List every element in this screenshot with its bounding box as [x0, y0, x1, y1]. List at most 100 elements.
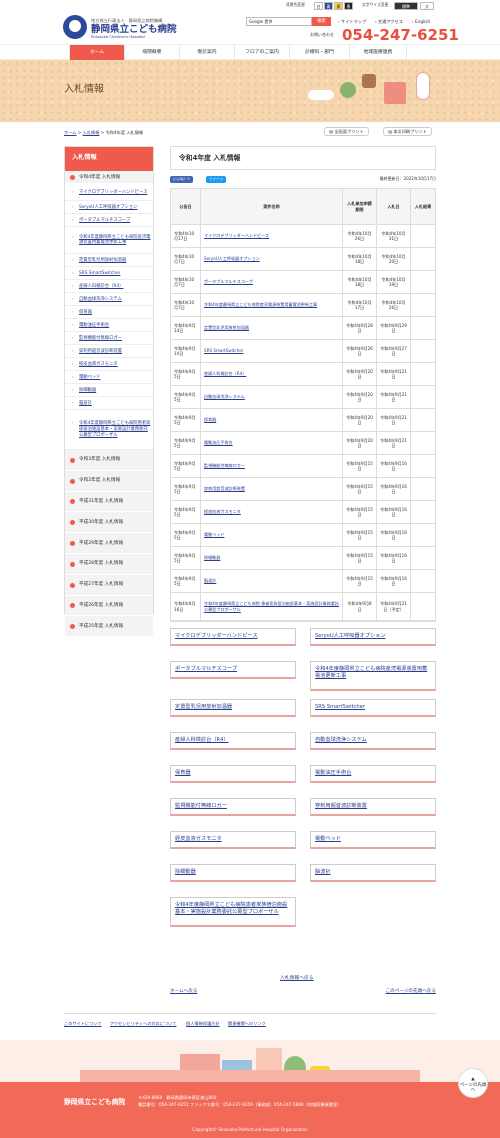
- bid-card[interactable]: 保育器: [170, 765, 296, 784]
- font-large-button[interactable]: 大: [420, 2, 434, 10]
- bid-item-link[interactable]: 自動血球洗浄システム: [204, 394, 245, 399]
- nav-regional[interactable]: 地域医療連携: [349, 45, 407, 60]
- sidebar-subitem[interactable]: › 令和4年度静岡県立こども病院産涜電源装置用蓄電池更新工事: [65, 227, 153, 254]
- bid-item-link[interactable]: 令和4年度静岡県立こども病院産涜電源装置用蓄電池更新工事: [204, 302, 317, 307]
- sidebar-subitem[interactable]: › SeryoU人工呼吸器オプション: [65, 201, 153, 214]
- table-cell: 令和4年度静岡県立こども病院産涜電源装置用蓄電池更新工事: [201, 294, 343, 316]
- table-cell: 令和4年10月19日: [377, 271, 411, 293]
- search-button[interactable]: 検索: [312, 17, 331, 26]
- bid-item-link[interactable]: 電動油圧手術台: [204, 440, 233, 445]
- nav-overview[interactable]: 病院概要: [124, 45, 179, 60]
- bid-card[interactable]: マイクロデブリッダーハンドピース: [170, 628, 296, 647]
- sidebar-subitem[interactable]: › マイクロデブリッダーハンドピース: [65, 184, 153, 201]
- sidebar-subitem[interactable]: › 電動油圧手術台: [65, 319, 153, 332]
- sidebar-subitem[interactable]: › 経皮血液ガスモニタ: [65, 358, 153, 371]
- english-link[interactable]: › English: [412, 19, 430, 24]
- bid-item-link[interactable]: 定置型乳児用放射加温器: [204, 325, 249, 330]
- bid-item-link[interactable]: ポータブルマルチスコープ: [204, 279, 253, 284]
- sidebar-item-year[interactable]: 平成30年度 入札情報: [65, 512, 153, 534]
- bid-item-link[interactable]: 保育器: [204, 417, 216, 422]
- sidebar-item-current[interactable]: 令和4年度 入札情報: [65, 171, 153, 184]
- facebook-like-button[interactable]: いいね！0: [170, 176, 193, 183]
- sidebar-subitem[interactable]: › 電動ベッド: [65, 371, 153, 384]
- bid-item-link[interactable]: 脳波計: [204, 578, 216, 583]
- back-top-link[interactable]: このページの先頭へ戻る: [386, 989, 436, 995]
- nav-departments[interactable]: 診療科・部門: [289, 45, 349, 60]
- bid-card[interactable]: 穿刺用超音波診断装置: [310, 798, 436, 817]
- bid-item-link[interactable]: 令和4年度静岡県立こども病院 患者家族宿泊施設基本・実施設計業務委託公募型プロポ…: [204, 601, 339, 611]
- bid-card[interactable]: 電動油圧手術台: [310, 765, 436, 784]
- bid-card[interactable]: 令和4年度静岡県立こども病院患者家族宿泊施設基本・実施設計業務委託公募型プロポー…: [170, 897, 296, 927]
- bid-item-link[interactable]: 穿刺用超音波診断装置: [204, 486, 245, 491]
- footer-link-privacy[interactable]: 個人情報保護方針: [186, 1021, 220, 1026]
- page-top-button[interactable]: ▲ ページの先頭へ: [458, 1068, 488, 1098]
- sidebar-subitem[interactable]: › 保育器: [65, 306, 153, 319]
- nav-home[interactable]: ホーム: [69, 45, 124, 60]
- footer-link-related[interactable]: 関連機関へのリンク: [228, 1021, 266, 1026]
- bid-item-link[interactable]: 産婦人科検診台（R4）: [204, 371, 246, 376]
- search-input[interactable]: Google 提供: [246, 17, 312, 26]
- bid-card[interactable]: 脳波計: [310, 864, 436, 883]
- bid-card[interactable]: 産婦人科検診台（R4）: [170, 732, 296, 751]
- bid-item-link[interactable]: 除細動器: [204, 555, 220, 560]
- breadcrumb-bid[interactable]: 入札情報: [83, 130, 100, 135]
- sidebar-item-year[interactable]: 令和2年度 入札情報: [65, 470, 153, 492]
- sidebar-item-year[interactable]: 平成31年度 入札情報: [65, 491, 153, 513]
- bid-card[interactable]: 電動ベッド: [310, 831, 436, 850]
- bid-card[interactable]: 定置型乳児用放射加温器: [170, 699, 296, 718]
- print-all-button[interactable]: ▤ 全画面プリント: [324, 127, 369, 136]
- print-body-button[interactable]: ▤ 本文印刷プリント: [383, 127, 432, 136]
- sidebar-subitem[interactable]: › 産婦人科検診台（R4）: [65, 280, 153, 293]
- table-cell: 令和4年9月5日: [171, 547, 201, 569]
- table-cell: 令和4年10月18日: [343, 271, 377, 293]
- bid-item-link[interactable]: SRS SmartSwitcher: [204, 348, 243, 353]
- tweet-button[interactable]: ツイート: [206, 176, 227, 183]
- bid-card[interactable]: SRS SmartSwitcher: [310, 699, 436, 718]
- bg-yellow-button[interactable]: 黄: [334, 2, 343, 10]
- bid-item-link[interactable]: SeryoU人工呼吸器オプション: [204, 256, 260, 261]
- sidebar-subitem[interactable]: › 監視機能付無線ロガー: [65, 332, 153, 345]
- bid-item-link[interactable]: 経皮血液ガスモニタ: [204, 509, 241, 514]
- sidebar-item-year[interactable]: 平成28年度 入札情報: [65, 554, 153, 575]
- sidebar-item-year[interactable]: 平成29年度 入札情報: [65, 533, 153, 554]
- hospital-logo-icon[interactable]: [63, 15, 87, 39]
- nav-floor[interactable]: フロアのご案内: [234, 45, 289, 60]
- bid-card[interactable]: 経皮血液ガスモニタ: [170, 831, 296, 850]
- bid-card[interactable]: SeryoU人工呼吸器オプション: [310, 628, 436, 647]
- bid-card[interactable]: 令和4年度静岡県立こども病院産涜電源装置用蓄電池更新工事: [310, 661, 436, 691]
- breadcrumb-home[interactable]: ホーム: [64, 130, 76, 135]
- nav-consultation[interactable]: 受診案内: [179, 45, 234, 60]
- bid-card[interactable]: 監視機能付無線ロガー: [170, 798, 296, 817]
- bg-white-button[interactable]: 白: [314, 2, 323, 10]
- bid-card[interactable]: 自動血球洗浄システム: [310, 732, 436, 751]
- sidebar-item-year[interactable]: 平成27年度 入札情報: [65, 574, 153, 596]
- footer-link-about[interactable]: このサイトについて: [64, 1021, 102, 1026]
- sidebar-subitem[interactable]: › 脳波計: [65, 397, 153, 410]
- sidebar-subitem[interactable]: › 定置型乳児用放射加温器: [65, 254, 153, 267]
- back-home-link[interactable]: ホームへ戻る: [170, 989, 197, 995]
- bid-item-link[interactable]: 電動ベッド: [204, 532, 224, 537]
- sidebar-item-year[interactable]: 平成25年度 入札情報: [65, 616, 153, 638]
- tel-number[interactable]: 054-247-6251: [342, 26, 459, 45]
- sidebar-subitem[interactable]: › 自動血球洗浄システム: [65, 293, 153, 306]
- back-to-bid-link[interactable]: 入札情報へ戻る: [280, 976, 314, 982]
- sidebar-subitem[interactable]: › 令和4年度静岡県立こども病院患者家族宿泊施設基本・実施設計業務委託公募型プロポ…: [65, 410, 153, 450]
- access-link[interactable]: › 交通アクセス: [375, 19, 403, 24]
- bid-item-link[interactable]: マイクロデブリッダーハンドピース: [204, 233, 269, 238]
- sidebar-subitem[interactable]: › ポータブルマルチスコープ: [65, 214, 153, 227]
- sidebar-title[interactable]: 入札情報: [65, 147, 153, 171]
- sidebar-subitem[interactable]: › SRS SmartSwitcher: [65, 267, 153, 280]
- bg-blue-button[interactable]: 青: [324, 2, 333, 10]
- bid-card[interactable]: 除細動器: [170, 864, 296, 883]
- sitemap-link[interactable]: › サイトマップ: [338, 19, 366, 24]
- sidebar-subitem[interactable]: › 穿刺用超音波診断装置: [65, 345, 153, 358]
- font-normal-button[interactable]: 標準: [394, 2, 418, 10]
- bid-item-link[interactable]: 監視機能付無線ロガー: [204, 463, 245, 468]
- sidebar-subitem[interactable]: › 除細動器: [65, 384, 153, 397]
- footer-link-accessibility[interactable]: アクセシビリティへの対応について: [110, 1021, 176, 1026]
- bid-card[interactable]: ポータブルマルチスコープ: [170, 661, 296, 680]
- bullet-icon: [70, 603, 75, 609]
- sidebar-item-year[interactable]: 令和3年度 入札情報: [65, 450, 153, 471]
- bg-black-button[interactable]: 黒: [344, 2, 353, 10]
- sidebar-item-year[interactable]: 平成26年度 入札情報: [65, 595, 153, 617]
